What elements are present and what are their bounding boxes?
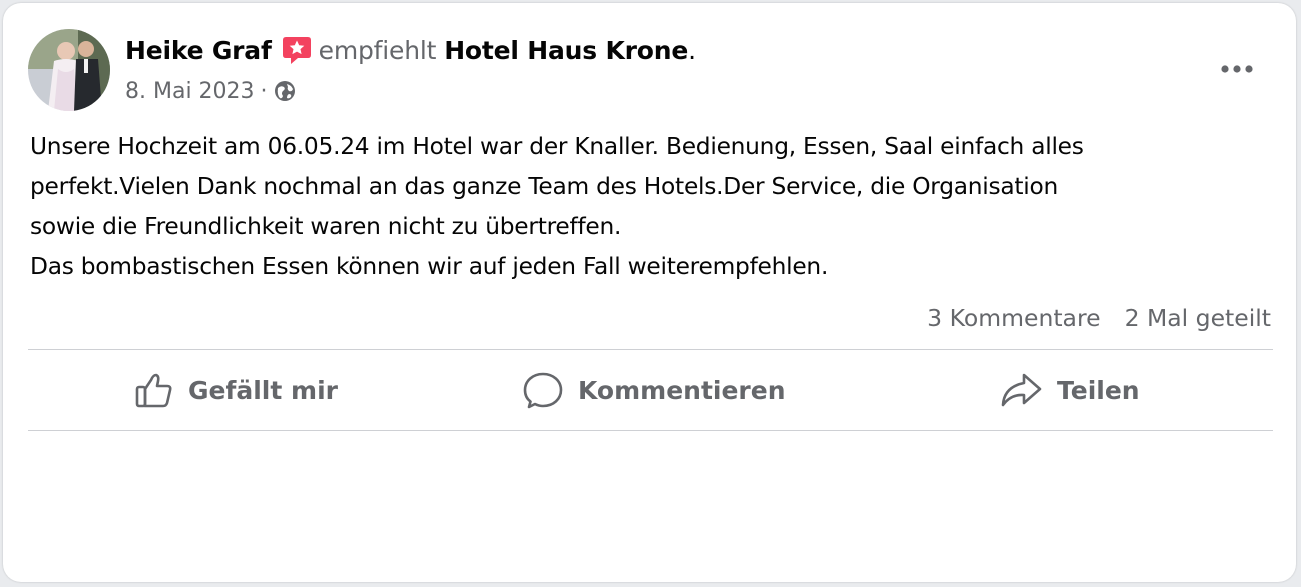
meta-separator: · [260, 78, 268, 104]
post-text: Unsere Hochzeit am 06.05.24 im Hotel war… [30, 127, 1275, 287]
globe-icon[interactable] [274, 80, 296, 102]
share-count[interactable]: 2 Mal geteilt [1125, 304, 1271, 332]
post-text-line: Das bombastischen Essen können wir auf j… [30, 253, 829, 280]
comment-label: Kommentieren [578, 375, 786, 405]
share-button[interactable]: Teilen [999, 355, 1140, 425]
post-text-line: Unsere Hochzeit am 06.05.24 im Hotel war… [30, 133, 1084, 160]
comment-count[interactable]: 3 Kommentare [927, 304, 1100, 332]
more-options-button[interactable] [1215, 50, 1259, 84]
post-stats: 3 Kommentare 2 Mal geteilt [927, 300, 1271, 336]
comment-button[interactable]: Kommentieren [522, 355, 786, 425]
post-meta: 8. Mai 2023 · [125, 76, 296, 106]
like-label: Gefällt mir [188, 375, 338, 405]
more-options-icon [1220, 58, 1254, 77]
action-bar: Gefällt mir Kommentieren Teilen [28, 355, 1273, 425]
avatar[interactable] [28, 29, 110, 111]
recommend-verb: empfiehlt [318, 35, 437, 65]
like-button[interactable]: Gefällt mir [134, 355, 338, 425]
divider [28, 349, 1273, 350]
post-text-line: perfekt.Vielen Dank nochmal an das ganze… [30, 173, 1059, 200]
author-name[interactable]: Heike Graf [125, 36, 272, 65]
comment-icon [523, 372, 563, 409]
thumbs-up-icon [135, 373, 172, 408]
divider [28, 430, 1273, 431]
share-label: Teilen [1057, 375, 1140, 405]
recommend-star-icon [281, 34, 313, 66]
header-period: . [688, 35, 696, 65]
post-text-line: sowie die Freundlichkeit waren nicht zu … [30, 213, 622, 240]
post-card: Heike Graf empfiehlt Hotel Haus Krone . … [3, 3, 1296, 582]
page-name-link[interactable]: Hotel Haus Krone [444, 36, 688, 65]
post-header: Heike Graf empfiehlt Hotel Haus Krone . [125, 32, 696, 68]
post-date[interactable]: 8. Mai 2023 [125, 79, 255, 104]
share-arrow-icon [1001, 373, 1042, 407]
